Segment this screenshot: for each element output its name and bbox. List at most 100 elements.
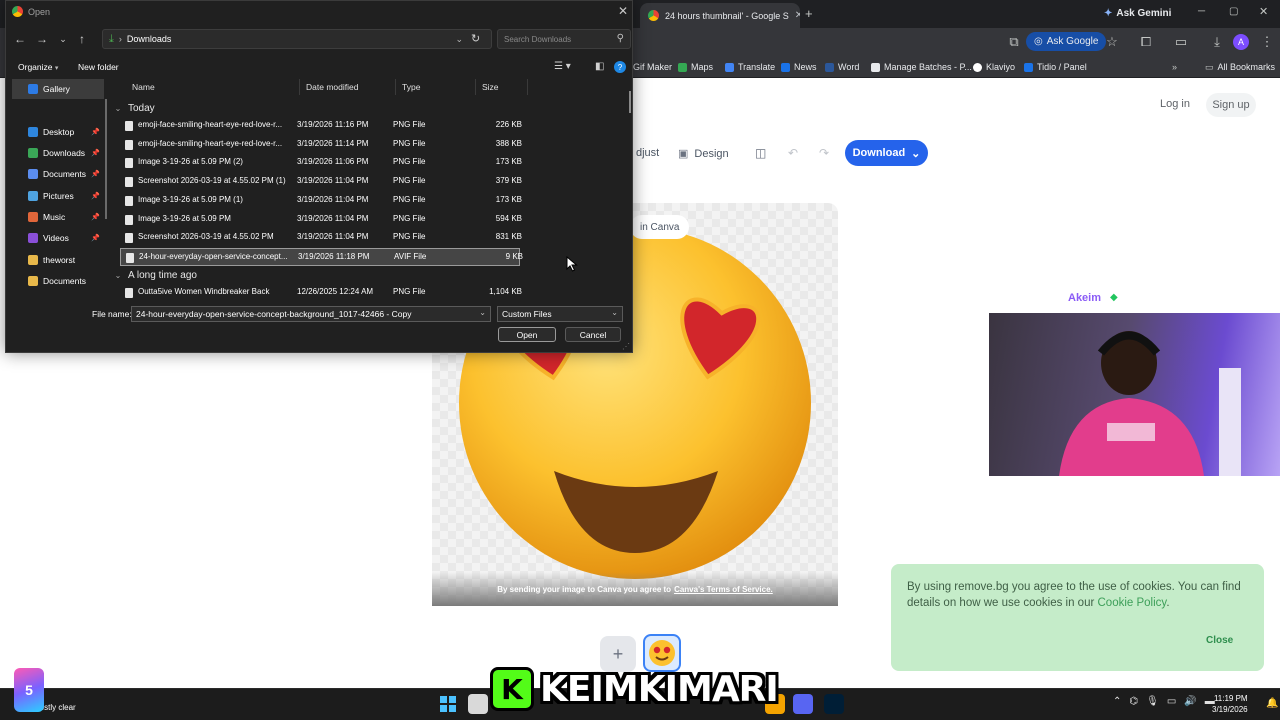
microphone-icon[interactable]: 🎙 — [1146, 696, 1159, 707]
compare-icon[interactable]: ◫ — [755, 146, 766, 160]
column-size[interactable]: Size — [476, 79, 528, 95]
column-headers: Name Date modified Type Size — [112, 79, 528, 95]
browser-tab[interactable]: 24 hours thumbnail' - Google S ✕ — [640, 3, 800, 28]
nav-item[interactable]: Documents 📌 — [12, 164, 104, 184]
bookmark-star-icon[interactable]: ☆ — [1103, 33, 1121, 51]
nav-item[interactable]: Pictures 📌 — [12, 186, 104, 206]
extensions-icon[interactable]: ⧠ — [1137, 33, 1155, 51]
group-header-old[interactable]: ⌄ A long time ago — [112, 267, 197, 283]
nav-scrollbar[interactable] — [105, 99, 107, 219]
file-row[interactable]: Outta5ive Women Windbreaker Back 12/26/20… — [120, 284, 522, 302]
profile-avatar[interactable]: A — [1233, 34, 1249, 50]
open-button[interactable]: Open — [498, 327, 556, 342]
group-header-today[interactable]: ⌄ Today — [112, 100, 155, 116]
network-icon[interactable]: ⌬ — [1129, 696, 1138, 707]
chevron-down-icon[interactable]: ⌄ — [479, 308, 486, 317]
address-bar[interactable]: ⤓ › Downloads ⌄ — [102, 29, 492, 49]
forward-arrow-icon[interactable]: → — [34, 31, 50, 47]
cancel-button[interactable]: Cancel — [565, 327, 621, 342]
file-type: AVIF File — [394, 251, 427, 261]
column-name[interactable]: Name — [126, 79, 300, 95]
column-date[interactable]: Date modified — [300, 79, 396, 95]
ask-google-button[interactable]: ◎ Ask Google — [1026, 32, 1107, 51]
undo-icon[interactable]: ↶ — [788, 146, 798, 160]
file-name-input[interactable]: 24-hour-everyday-open-service-concept-ba… — [131, 306, 491, 322]
bookmark-item[interactable]: Gif Maker — [633, 56, 672, 78]
file-row[interactable]: emoji-face-smiling-heart-eye-red-love-r.… — [120, 117, 522, 135]
dialog-close-icon[interactable]: ✕ — [618, 4, 628, 18]
minimize-icon[interactable]: ─ — [1198, 6, 1205, 17]
nav-item[interactable]: theworst — [12, 250, 104, 270]
recent-locations-icon[interactable]: ⌄ — [55, 31, 71, 47]
bookmark-item[interactable]: Maps — [678, 56, 713, 78]
bookmark-item[interactable]: News — [781, 56, 817, 78]
ask-gemini-button[interactable]: ✦ Ask Gemini — [1104, 4, 1171, 22]
file-row[interactable]: Screenshot 2026-03-19 at 4.55.02 PM (1) 3… — [120, 173, 522, 191]
nav-item[interactable]: Videos 📌 — [12, 228, 104, 248]
menu-kebab-icon[interactable]: ⋮ — [1258, 33, 1276, 51]
login-link[interactable]: Log in — [1160, 98, 1190, 110]
close-tab-icon[interactable]: ✕ — [795, 10, 800, 21]
sidepanel-icon[interactable]: ▭ — [1172, 33, 1190, 51]
volume-icon[interactable]: 🔊 — [1184, 696, 1196, 707]
file-row[interactable]: emoji-face-smiling-heart-eye-red-love-r.… — [120, 136, 522, 154]
nav-item[interactable]: Downloads 📌 — [12, 143, 104, 163]
signup-button[interactable]: Sign up — [1206, 93, 1256, 117]
refresh-icon[interactable]: ↻ — [471, 32, 480, 45]
new-tab-icon[interactable]: + — [805, 6, 813, 21]
bookmark-item[interactable]: Word — [825, 56, 859, 78]
edit-in-canva-button[interactable]: in Canva — [630, 215, 690, 239]
file-list-scrollbar[interactable] — [629, 91, 631, 113]
search-taskbar-icon[interactable] — [468, 694, 488, 714]
file-row[interactable]: Screenshot 2026-03-19 at 4.55.02 PM 3/19/… — [120, 229, 522, 247]
terms-link[interactable]: Canva's Terms of Service. — [674, 585, 773, 594]
organize-menu[interactable]: Organize ▾ — [18, 62, 58, 72]
streamer-webcam-image — [1059, 331, 1241, 476]
adjust-tab[interactable]: djust — [636, 147, 659, 159]
design-tab[interactable]: ▣ Design — [678, 147, 729, 161]
file-row[interactable]: 24-hour-everyday-open-service-concept...… — [120, 247, 523, 266]
resize-grip-icon[interactable]: ⋰ — [622, 342, 630, 351]
file-row[interactable]: Image 3-19-26 at 5.09 PM (2) 3/19/2026 11… — [120, 154, 522, 172]
pin-icon: 📌 — [91, 214, 100, 221]
nav-item[interactable]: Documents — [12, 271, 104, 291]
bookmark-item[interactable]: Manage Batches - P... — [871, 56, 972, 78]
bookmark-item[interactable]: Tidio / Panel — [1024, 56, 1087, 78]
taskbar-clock[interactable]: 11:19 PM 3/19/2026 — [1212, 693, 1248, 715]
all-bookmarks-button[interactable]: ▭ All Bookmarks — [1205, 56, 1275, 78]
help-icon[interactable]: ? — [614, 61, 626, 73]
display-icon[interactable]: ▭ — [1167, 696, 1176, 707]
photoshop-taskbar-icon[interactable] — [824, 694, 844, 714]
file-type-select[interactable]: Custom Files ⌄ — [497, 306, 623, 322]
discord-taskbar-icon[interactable] — [793, 694, 813, 714]
up-arrow-icon[interactable]: ↑ — [74, 31, 90, 47]
screen-cast-icon[interactable]: ⧉ — [1005, 33, 1023, 51]
nav-item[interactable]: Gallery — [12, 79, 104, 99]
redo-icon[interactable]: ↷ — [819, 146, 829, 160]
column-type[interactable]: Type — [396, 79, 476, 95]
file-type: PNG File — [393, 232, 426, 242]
download-button[interactable]: Download ⌄ — [845, 140, 928, 166]
preview-pane-icon[interactable]: ◧ — [595, 61, 604, 72]
bookmark-item[interactable]: Klaviyo — [973, 56, 1015, 78]
nav-item[interactable]: Music 📌 — [12, 207, 104, 227]
download-icon[interactable]: ⤓ — [1208, 33, 1226, 51]
file-name: Outta5ive Women Windbreaker Back — [138, 287, 270, 296]
cookie-close-button[interactable]: Close — [1206, 635, 1233, 646]
bookmark-item[interactable]: Translate — [725, 56, 775, 78]
file-row[interactable]: Image 3-19-26 at 5.09 PM 3/19/2026 11:04 … — [120, 211, 522, 229]
cookie-policy-link[interactable]: Cookie Policy — [1098, 597, 1167, 609]
windows-start-icon[interactable] — [440, 696, 456, 712]
back-arrow-icon[interactable]: ← — [12, 31, 28, 47]
maximize-icon[interactable]: ▢ — [1229, 6, 1238, 17]
notification-icon[interactable]: 🔔 — [1266, 698, 1278, 709]
view-options-icon[interactable]: ☰ ▾ — [554, 61, 571, 72]
file-row[interactable]: Image 3-19-26 at 5.09 PM (1) 3/19/2026 11… — [120, 192, 522, 210]
address-dropdown-icon[interactable]: ⌄ — [455, 34, 463, 45]
nav-item[interactable]: Desktop 📌 — [12, 122, 104, 142]
new-folder-button[interactable]: New folder — [78, 62, 119, 72]
bookmarks-overflow-icon[interactable]: » — [1172, 56, 1177, 78]
search-box[interactable]: Search Downloads ⚲ — [497, 29, 631, 49]
tray-chevron-icon[interactable]: ⌃ — [1113, 696, 1121, 707]
close-window-icon[interactable]: ✕ — [1259, 5, 1268, 18]
